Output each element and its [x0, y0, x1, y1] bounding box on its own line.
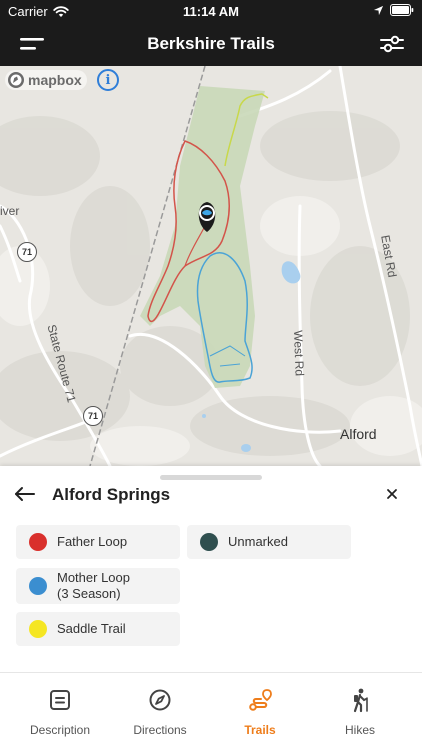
trail-legend-panel: Alford Springs Father Loop Unmarked Moth… [0, 466, 422, 672]
tab-hikes[interactable]: Hikes [310, 673, 410, 750]
battery-icon [390, 4, 414, 16]
legend-color-dot [29, 577, 47, 595]
legend-mother-loop[interactable]: Mother Loop (3 Season) [16, 568, 180, 604]
close-button[interactable] [384, 486, 400, 502]
compass-icon [149, 689, 171, 711]
mapbox-icon [8, 72, 24, 88]
legend-color-dot [29, 620, 47, 638]
legend-color-dot [200, 533, 218, 551]
map-label-river: iver [0, 204, 20, 218]
tab-bar: Description Directions Trails Hikes [0, 672, 422, 750]
legend-label: Mother Loop (3 Season) [57, 570, 130, 601]
status-bar: Carrier 11:14 AM [0, 0, 422, 22]
nav-bar: Berkshire Trails [0, 22, 422, 66]
legend-label: Father Loop [57, 534, 128, 549]
map-terrain [0, 66, 422, 466]
legend-label: Unmarked [228, 534, 288, 549]
hiker-icon [353, 688, 368, 713]
description-icon [50, 690, 70, 710]
back-button[interactable] [13, 484, 37, 504]
arrow-left-icon [15, 487, 35, 501]
tab-label: Directions [133, 723, 187, 737]
route-icon [249, 689, 272, 711]
tab-label: Hikes [344, 723, 375, 737]
filter-button[interactable] [378, 32, 406, 56]
tab-label: Description [29, 723, 91, 737]
sliders-icon [380, 35, 404, 53]
map-info-button[interactable]: i [97, 69, 119, 91]
route-shield: 71 [83, 406, 103, 426]
map-label-town: Alford [340, 426, 377, 442]
tab-directions[interactable]: Directions [110, 673, 210, 750]
tab-trails[interactable]: Trails [210, 673, 310, 750]
panel-title: Alford Springs [52, 485, 171, 504]
tab-description[interactable]: Description [10, 673, 110, 750]
trail-map[interactable]: mapbox i iver State Route 71 West Rd Eas… [0, 66, 422, 466]
close-icon [387, 489, 397, 499]
sheet-drag-handle[interactable] [160, 475, 262, 480]
legend-label: Saddle Trail [57, 621, 126, 636]
legend-saddle-trail[interactable]: Saddle Trail [16, 612, 180, 646]
legend-unmarked[interactable]: Unmarked [187, 525, 351, 559]
mapbox-logo: mapbox [5, 70, 87, 90]
route-shield: 71 [17, 242, 37, 262]
status-right-group [373, 4, 414, 16]
page-title: Berkshire Trails [147, 34, 275, 53]
status-time: 11:14 AM [183, 4, 239, 19]
legend-color-dot [29, 533, 47, 551]
map-label-west-rd: West Rd [291, 330, 307, 377]
legend-father-loop[interactable]: Father Loop [16, 525, 180, 559]
mapbox-wordmark: mapbox [28, 72, 82, 88]
tab-label: Trails [244, 723, 276, 737]
location-arrow-icon [373, 5, 384, 15]
